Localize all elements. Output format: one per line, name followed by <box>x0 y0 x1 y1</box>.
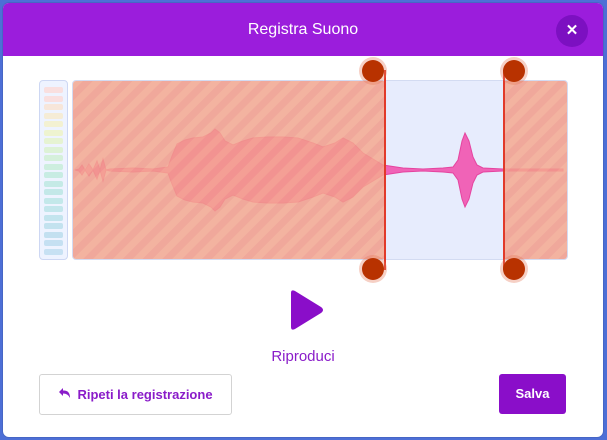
level-meter-segment <box>44 248 63 255</box>
trim-end-handle-bottom[interactable] <box>503 258 525 280</box>
trim-start-line[interactable] <box>384 70 386 270</box>
close-button[interactable]: ✕ <box>556 15 588 47</box>
level-meter-segment <box>44 172 63 178</box>
level-meter-segment <box>44 223 63 229</box>
level-meter-segment <box>44 180 63 187</box>
trim-end-line[interactable] <box>503 70 505 270</box>
level-meter-segment <box>44 197 63 204</box>
waveform-panel[interactable] <box>72 80 568 260</box>
record-sound-dialog: Registra Suono ✕ Riproduci Ripeti la reg… <box>3 3 603 437</box>
level-meter-segment <box>44 214 63 221</box>
rerecord-button[interactable]: Ripeti la registrazione <box>39 374 232 415</box>
play-button[interactable] <box>281 285 329 335</box>
level-meter-segment <box>44 231 63 238</box>
level-meter-segment <box>44 121 63 127</box>
dialog-header: Registra Suono ✕ <box>3 3 603 56</box>
level-meter-segment <box>44 163 63 170</box>
undo-icon <box>58 387 72 402</box>
level-meter-segment <box>44 146 63 153</box>
level-meter-segment <box>44 112 63 119</box>
trim-end-handle-top[interactable] <box>503 60 525 82</box>
level-meter-segment <box>44 155 63 161</box>
level-meter <box>39 80 68 260</box>
level-meter-segment <box>44 206 63 212</box>
trim-start-handle-top[interactable] <box>362 60 384 82</box>
rerecord-label: Ripeti la registrazione <box>77 387 213 402</box>
play-label[interactable]: Riproduci <box>203 348 403 365</box>
trim-start-handle-bottom[interactable] <box>362 258 384 280</box>
level-meter-segment <box>44 129 63 136</box>
trimmed-region-left <box>73 81 385 259</box>
level-meter-segment <box>44 104 63 110</box>
level-meter-segment <box>44 95 63 102</box>
trimmed-region-right <box>504 81 567 259</box>
dialog-title: Registra Suono <box>247 21 359 38</box>
level-meter-segment <box>44 189 63 195</box>
waveform-svg <box>73 81 567 259</box>
level-meter-segment <box>44 240 63 246</box>
close-icon: ✕ <box>565 22 579 39</box>
level-meter-segment <box>44 87 63 93</box>
play-icon <box>291 290 323 330</box>
level-meter-segment <box>44 138 63 144</box>
save-button[interactable]: Salva <box>499 374 566 414</box>
